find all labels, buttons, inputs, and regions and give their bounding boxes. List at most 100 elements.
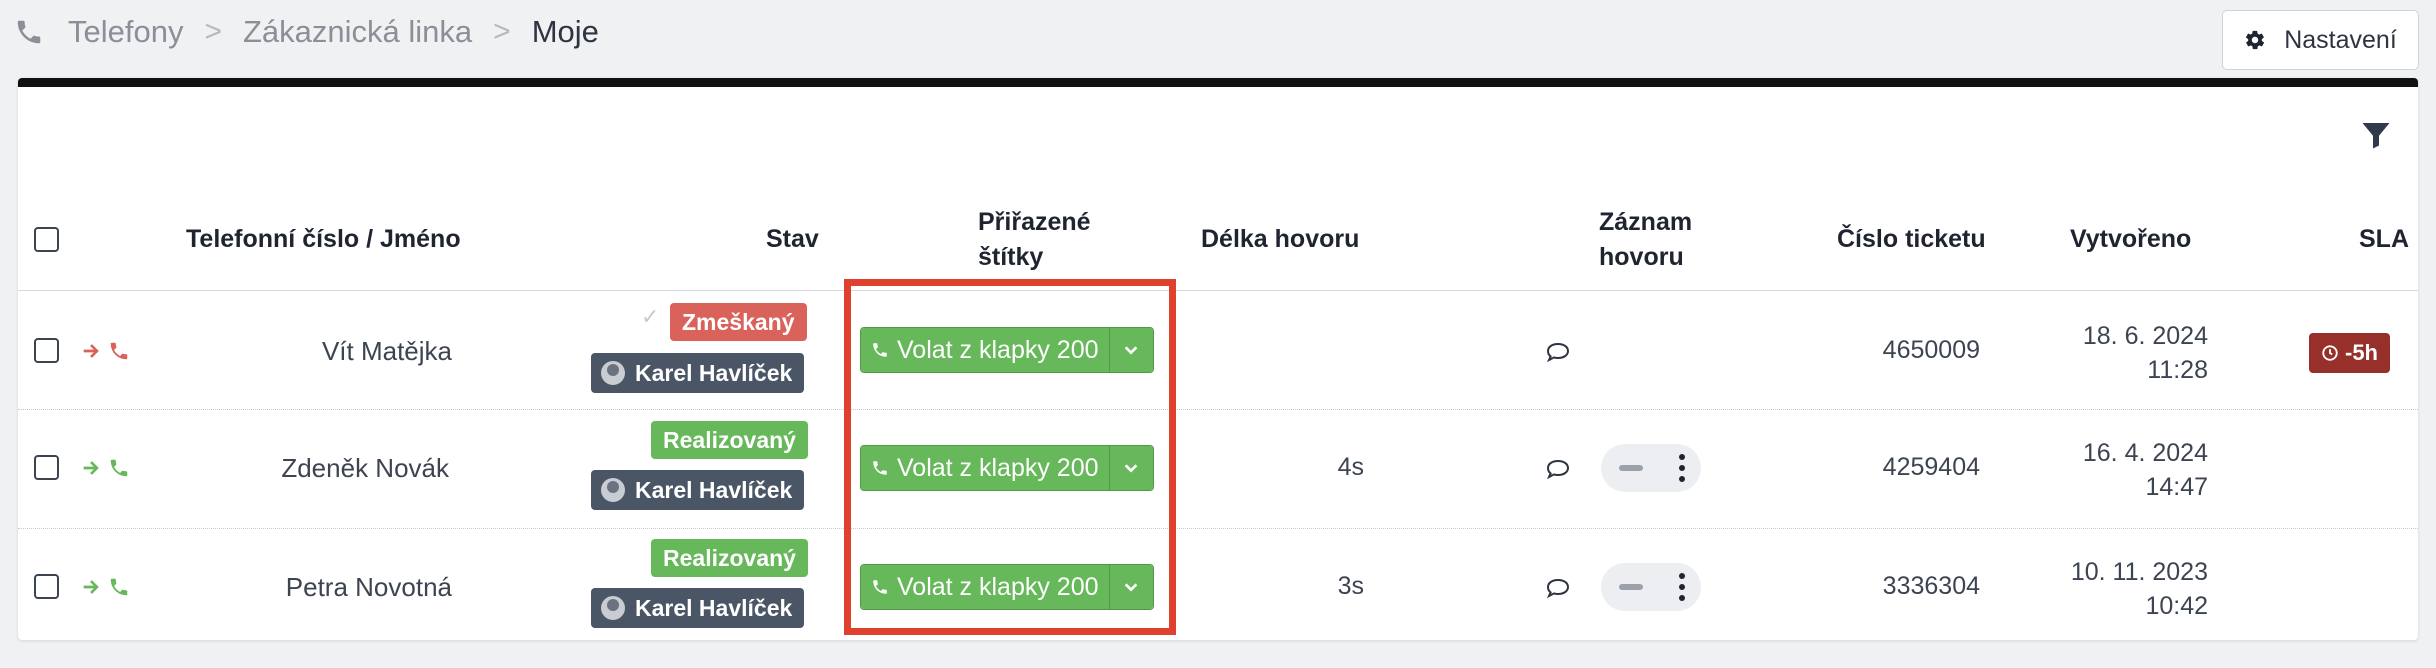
tag-dropdown-toggle[interactable] [1108,328,1153,372]
call-direction [80,576,130,598]
call-duration: 3s [1337,572,1364,600]
breadcrumb: Telefony > Zákaznická linka > Moje [14,10,599,54]
tag-label: Volat z klapky 200 [897,572,1099,601]
contact-name[interactable]: Zdeněk Novák [149,453,449,484]
created-date: 16. 4. 2024 [2082,439,2208,467]
sla-value: -5h [2345,340,2378,365]
arrow-right-icon [80,576,102,598]
tag-dropdown-toggle[interactable] [1108,565,1153,609]
tag-button-main[interactable]: Volat z klapky 200 [861,565,1109,609]
phone-icon [871,341,889,359]
playback-bar[interactable] [1619,584,1643,590]
tag-button-main[interactable]: Volat z klapky 200 [861,328,1109,372]
status-badge: Realizovaný [651,539,808,577]
table-row[interactable]: Vít Matějka ✓ Zmeškaný Karel Havlíček Vo… [18,292,2418,410]
header-duration[interactable]: Délka hovoru [1201,222,1359,257]
avatar [601,361,625,385]
breadcrumb-telefony[interactable]: Telefony [68,14,183,50]
chevron-down-icon [1123,342,1139,358]
created-datetime: 16. 4. 2024 14:47 [2008,436,2208,504]
arrow-right-icon [80,340,102,362]
breadcrumb-separator: > [204,15,222,48]
phone-icon [108,340,130,362]
tag-button[interactable]: Volat z klapky 200 [860,445,1154,491]
sla-badge: -5h [2309,333,2390,373]
settings-button[interactable]: Nastavení [2222,10,2419,70]
header-sla[interactable]: SLA [2359,222,2409,257]
breadcrumb-separator: > [493,15,511,48]
row-checkbox[interactable] [34,455,59,480]
call-duration: 4s [1337,453,1364,481]
top-bar: Telefony > Zákaznická linka > Moje Nasta… [0,0,2436,70]
table-row[interactable]: Petra Novotná Realizovaný Karel Havlíček… [18,530,2418,645]
row-checkbox[interactable] [34,574,59,599]
tag-button[interactable]: Volat z klapky 200 [860,327,1154,373]
created-time: 10:42 [2145,592,2208,620]
check-icon: ✓ [641,304,660,329]
created-datetime: 18. 6. 2024 11:28 [2008,319,2208,387]
agent-name: Karel Havlíček [635,476,793,503]
comment-icon[interactable] [1545,457,1571,481]
agent-badge: Karel Havlíček [591,470,805,510]
more-options-icon[interactable] [1679,573,1685,601]
header-recording-line1: Záznam [1599,208,1693,236]
clock-icon [2321,344,2339,362]
phone-icon [108,457,130,479]
phone-icon [108,576,130,598]
header-tags-line1: Přiřazené [978,208,1091,236]
contact-name[interactable]: Petra Novotná [152,572,452,603]
select-all-checkbox[interactable] [34,227,59,252]
header-created[interactable]: Vytvořeno [2070,222,2191,257]
header-status[interactable]: Stav [766,222,819,257]
recording-player[interactable] [1601,563,1701,611]
arrow-right-icon [80,457,102,479]
contact-name[interactable]: Vít Matějka [152,336,452,367]
status-badge: Zmeškaný [670,303,807,341]
tag-button-main[interactable]: Volat z klapky 200 [861,446,1109,490]
header-tags: Přiřazené štítky [978,205,1091,275]
created-date: 10. 11. 2023 [2070,558,2208,586]
header-phone-name[interactable]: Telefonní číslo / Jméno [186,222,461,257]
ticket-number[interactable]: 4259404 [1840,453,1980,482]
phone-icon [871,578,889,596]
agent-badge: Karel Havlíček [591,588,805,628]
tag-label: Volat z klapky 200 [897,335,1099,364]
created-date: 18. 6. 2024 [2082,322,2208,350]
breadcrumb-zakaznicka-linka[interactable]: Zákaznická linka [243,14,472,50]
avatar [601,596,625,620]
table-row[interactable]: Zdeněk Novák Realizovaný Karel Havlíček … [18,411,2418,529]
tag-dropdown-toggle[interactable] [1108,446,1153,490]
header-recording-line2: hovoru [1599,243,1684,271]
breadcrumb-current: Moje [531,14,599,49]
comment-icon[interactable] [1545,576,1571,600]
settings-label: Nastavení [2284,25,2397,54]
call-direction [80,340,130,362]
status-badge: Realizovaný [651,421,808,459]
playback-bar[interactable] [1619,465,1643,471]
avatar [601,478,625,502]
tag-button[interactable]: Volat z klapky 200 [860,564,1154,610]
filter-icon[interactable] [2358,117,2394,153]
phone-icon [14,17,44,47]
ticket-number[interactable]: 4650009 [1840,336,1980,365]
agent-badge: Karel Havlíček [591,353,805,393]
agent-name: Karel Havlíček [635,359,793,386]
created-time: 14:47 [2145,473,2208,501]
ticket-number[interactable]: 3336304 [1840,572,1980,601]
tag-label: Volat z klapky 200 [897,453,1099,482]
calls-panel: Telefonní číslo / Jméno Stav Přiřazené š… [18,78,2418,640]
chevron-down-icon [1123,579,1139,595]
header-ticket[interactable]: Číslo ticketu [1837,222,1986,257]
created-time: 11:28 [2147,356,2208,384]
recording-player[interactable] [1601,444,1701,492]
created-datetime: 10. 11. 2023 10:42 [2008,555,2208,623]
more-options-icon[interactable] [1679,454,1685,482]
chevron-down-icon [1123,460,1139,476]
comment-icon[interactable] [1545,340,1571,364]
agent-name: Karel Havlíček [635,594,793,621]
row-checkbox[interactable] [34,338,59,363]
header-recording: Záznam hovoru [1599,205,1692,275]
gear-icon [2244,29,2266,51]
call-direction [80,457,130,479]
table-header: Telefonní číslo / Jméno Stav Přiřazené š… [18,189,2418,291]
